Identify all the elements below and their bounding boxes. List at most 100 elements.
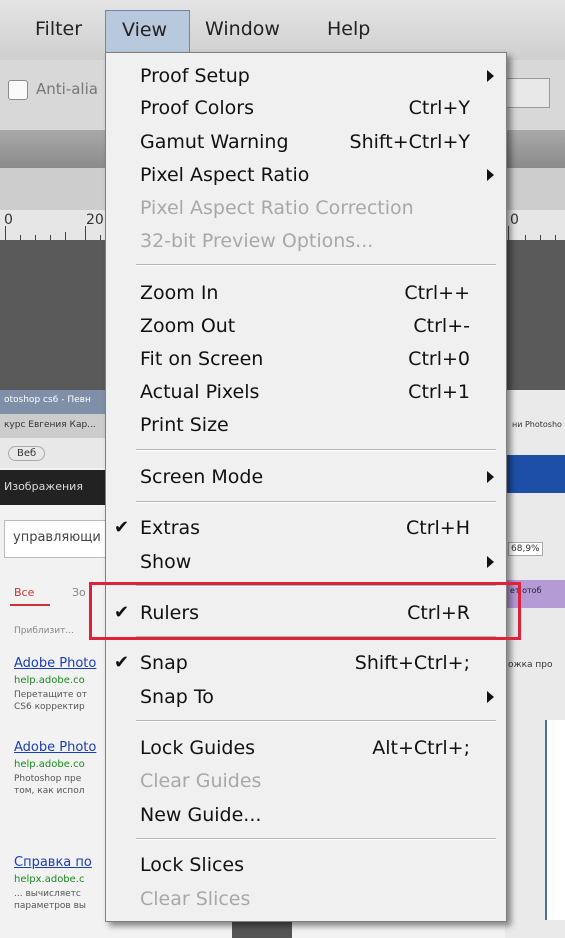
- menu-item-label: Clear Guides: [140, 770, 262, 792]
- menu-separator: [136, 264, 496, 266]
- highlight-box: [89, 582, 521, 640]
- browser-tab: курс Евгения Кар...: [0, 414, 120, 438]
- menu-item-shortcut: Ctrl++: [404, 282, 470, 304]
- search-text: управляющи: [13, 530, 101, 545]
- right-snippet: ни Photosho: [512, 420, 562, 429]
- submenu-arrow-icon: [487, 70, 494, 82]
- search-box: управляющи: [4, 520, 116, 558]
- menu-item-gamut-warning[interactable]: Gamut Warning Shift+Ctrl+Y: [106, 128, 506, 160]
- menu-item-fit-on-screen[interactable]: Fit on Screen Ctrl+0: [106, 345, 506, 377]
- menu-item-proof-colors[interactable]: Proof Colors Ctrl+Y: [106, 94, 506, 126]
- menu-item-label: Lock Slices: [140, 854, 245, 876]
- result-snippet: том, как испол: [14, 786, 85, 796]
- menu-window[interactable]: Window: [205, 18, 280, 40]
- filter-underline: [10, 604, 50, 606]
- anti-alias-label: Anti-alia: [36, 80, 98, 98]
- right-pane-window: [545, 720, 565, 920]
- menu-item-label: Clear Slices: [140, 888, 251, 910]
- menu-item-actual-pixels[interactable]: Actual Pixels Ctrl+1: [106, 378, 506, 410]
- checkmark-icon: ✔: [114, 517, 130, 538]
- browser-nav: Веб: [0, 438, 120, 468]
- menu-item-shortcut: Ctrl+Y: [408, 97, 470, 119]
- menu-item-label: Show: [140, 551, 192, 573]
- menu-item-lock-slices[interactable]: Lock Slices: [106, 851, 506, 883]
- options-field[interactable]: [506, 78, 550, 108]
- menu-item-label: Zoom In: [140, 282, 219, 304]
- submenu-arrow-icon: [487, 556, 494, 568]
- menu-item-zoom-out[interactable]: Zoom Out Ctrl+-: [106, 312, 506, 344]
- result-snippet: CS6 корректир: [14, 702, 85, 712]
- menu-item-shortcut: Ctrl+0: [408, 348, 470, 370]
- menu-view[interactable]: View: [105, 10, 190, 57]
- menu-item-label: Actual Pixels: [140, 381, 260, 403]
- menu-item-snap-to[interactable]: Snap To: [106, 683, 506, 715]
- right-pane-header: [505, 455, 565, 493]
- menu-item-lock-guides[interactable]: Lock Guides Alt+Ctrl+;: [106, 734, 506, 766]
- zoom-field: 68,9%: [508, 542, 543, 556]
- menu-item-zoom-in[interactable]: Zoom In Ctrl++: [106, 279, 506, 311]
- result-title: Справка по: [14, 855, 92, 870]
- menu-item-shortcut: Ctrl+1: [408, 381, 470, 403]
- menu-item-label: Zoom Out: [140, 315, 236, 337]
- result-snippet: Перетащите от: [14, 690, 88, 700]
- result-url: help.adobe.co: [14, 759, 85, 770]
- menu-separator: [136, 720, 496, 722]
- menu-item-pixel-aspect-ratio-correction: Pixel Aspect Ratio Correction: [106, 194, 506, 226]
- menu-item-shortcut: Shift+Ctrl+;: [354, 652, 470, 674]
- right-snippet: ожка про: [508, 660, 553, 670]
- menu-item-proof-setup[interactable]: Proof Setup: [106, 62, 506, 94]
- menu-item-label: Screen Mode: [140, 466, 264, 488]
- menu-item-label: Lock Guides: [140, 737, 256, 759]
- menu-item-clear-slices: Clear Slices: [106, 885, 506, 917]
- menu-item-extras[interactable]: ✔ Extras Ctrl+H: [106, 514, 506, 546]
- menu-item-screen-mode[interactable]: Screen Mode: [106, 463, 506, 495]
- result-url: help.adobe.co: [14, 675, 85, 686]
- ruler-tick: [508, 226, 509, 240]
- menu-filter[interactable]: Filter: [35, 18, 82, 40]
- menu-item-clear-guides: Clear Guides: [106, 767, 506, 799]
- menu-item-print-size[interactable]: Print Size: [106, 411, 506, 443]
- filter-all: Все: [14, 586, 35, 599]
- filter-more: Зо: [72, 586, 86, 599]
- menu-item-shortcut: Ctrl+H: [405, 517, 470, 539]
- ruler-tick: [85, 226, 86, 240]
- checkmark-icon: ✔: [114, 652, 130, 673]
- result-snippet: Photoshop пре: [14, 774, 82, 784]
- view-menu: Proof Setup Proof Colors Ctrl+Y Gamut War…: [105, 52, 507, 922]
- menu-item-label: Pixel Aspect Ratio: [140, 164, 310, 186]
- result-url: helpx.adobe.c: [14, 874, 85, 885]
- menu-item-snap[interactable]: ✔ Snap Shift+Ctrl+;: [106, 649, 506, 681]
- submenu-arrow-icon: [487, 471, 494, 483]
- menu-separator: [136, 449, 496, 451]
- submenu-arrow-icon: [487, 169, 494, 181]
- menu-item-label: Proof Setup: [140, 65, 250, 87]
- menu-item-label: Snap: [140, 652, 188, 674]
- result-snippet: ... вычисляетс: [14, 889, 81, 899]
- ruler-number: 20: [86, 212, 104, 228]
- images-bar: Изображения: [0, 470, 120, 505]
- results-hint: Приблизит...: [14, 626, 74, 636]
- menu-item-show[interactable]: Show: [106, 548, 506, 580]
- menu-item-label: Pixel Aspect Ratio Correction: [140, 197, 414, 219]
- menu-item-label: Extras: [140, 517, 201, 539]
- ruler-number: 0: [510, 212, 519, 228]
- menu-item-label: Fit on Screen: [140, 348, 264, 370]
- menu-item-label: Print Size: [140, 414, 229, 436]
- ruler-tick: [5, 226, 6, 240]
- menu-help[interactable]: Help: [327, 18, 370, 40]
- menu-item-label: New Guide...: [140, 804, 262, 826]
- anti-alias-checkbox[interactable]: [8, 80, 28, 100]
- submenu-arrow-icon: [487, 691, 494, 703]
- nav-web: Веб: [8, 446, 46, 461]
- menu-item-32bit-preview: 32-bit Preview Options...: [106, 227, 506, 259]
- browser-tab: otoshop cs6 - Певн: [0, 390, 120, 414]
- menu-item-pixel-aspect-ratio[interactable]: Pixel Aspect Ratio: [106, 161, 506, 193]
- result-snippet: параметров вы: [14, 901, 86, 911]
- menu-item-new-guide[interactable]: New Guide...: [106, 801, 506, 833]
- ruler-tick: [65, 232, 66, 240]
- menu-item-label: Proof Colors: [140, 97, 254, 119]
- menu-item-shortcut: Shift+Ctrl+Y: [349, 131, 470, 153]
- images-label: Изображения: [4, 480, 83, 493]
- menu-item-label: Gamut Warning: [140, 131, 289, 153]
- menu-item-label: Snap To: [140, 686, 214, 708]
